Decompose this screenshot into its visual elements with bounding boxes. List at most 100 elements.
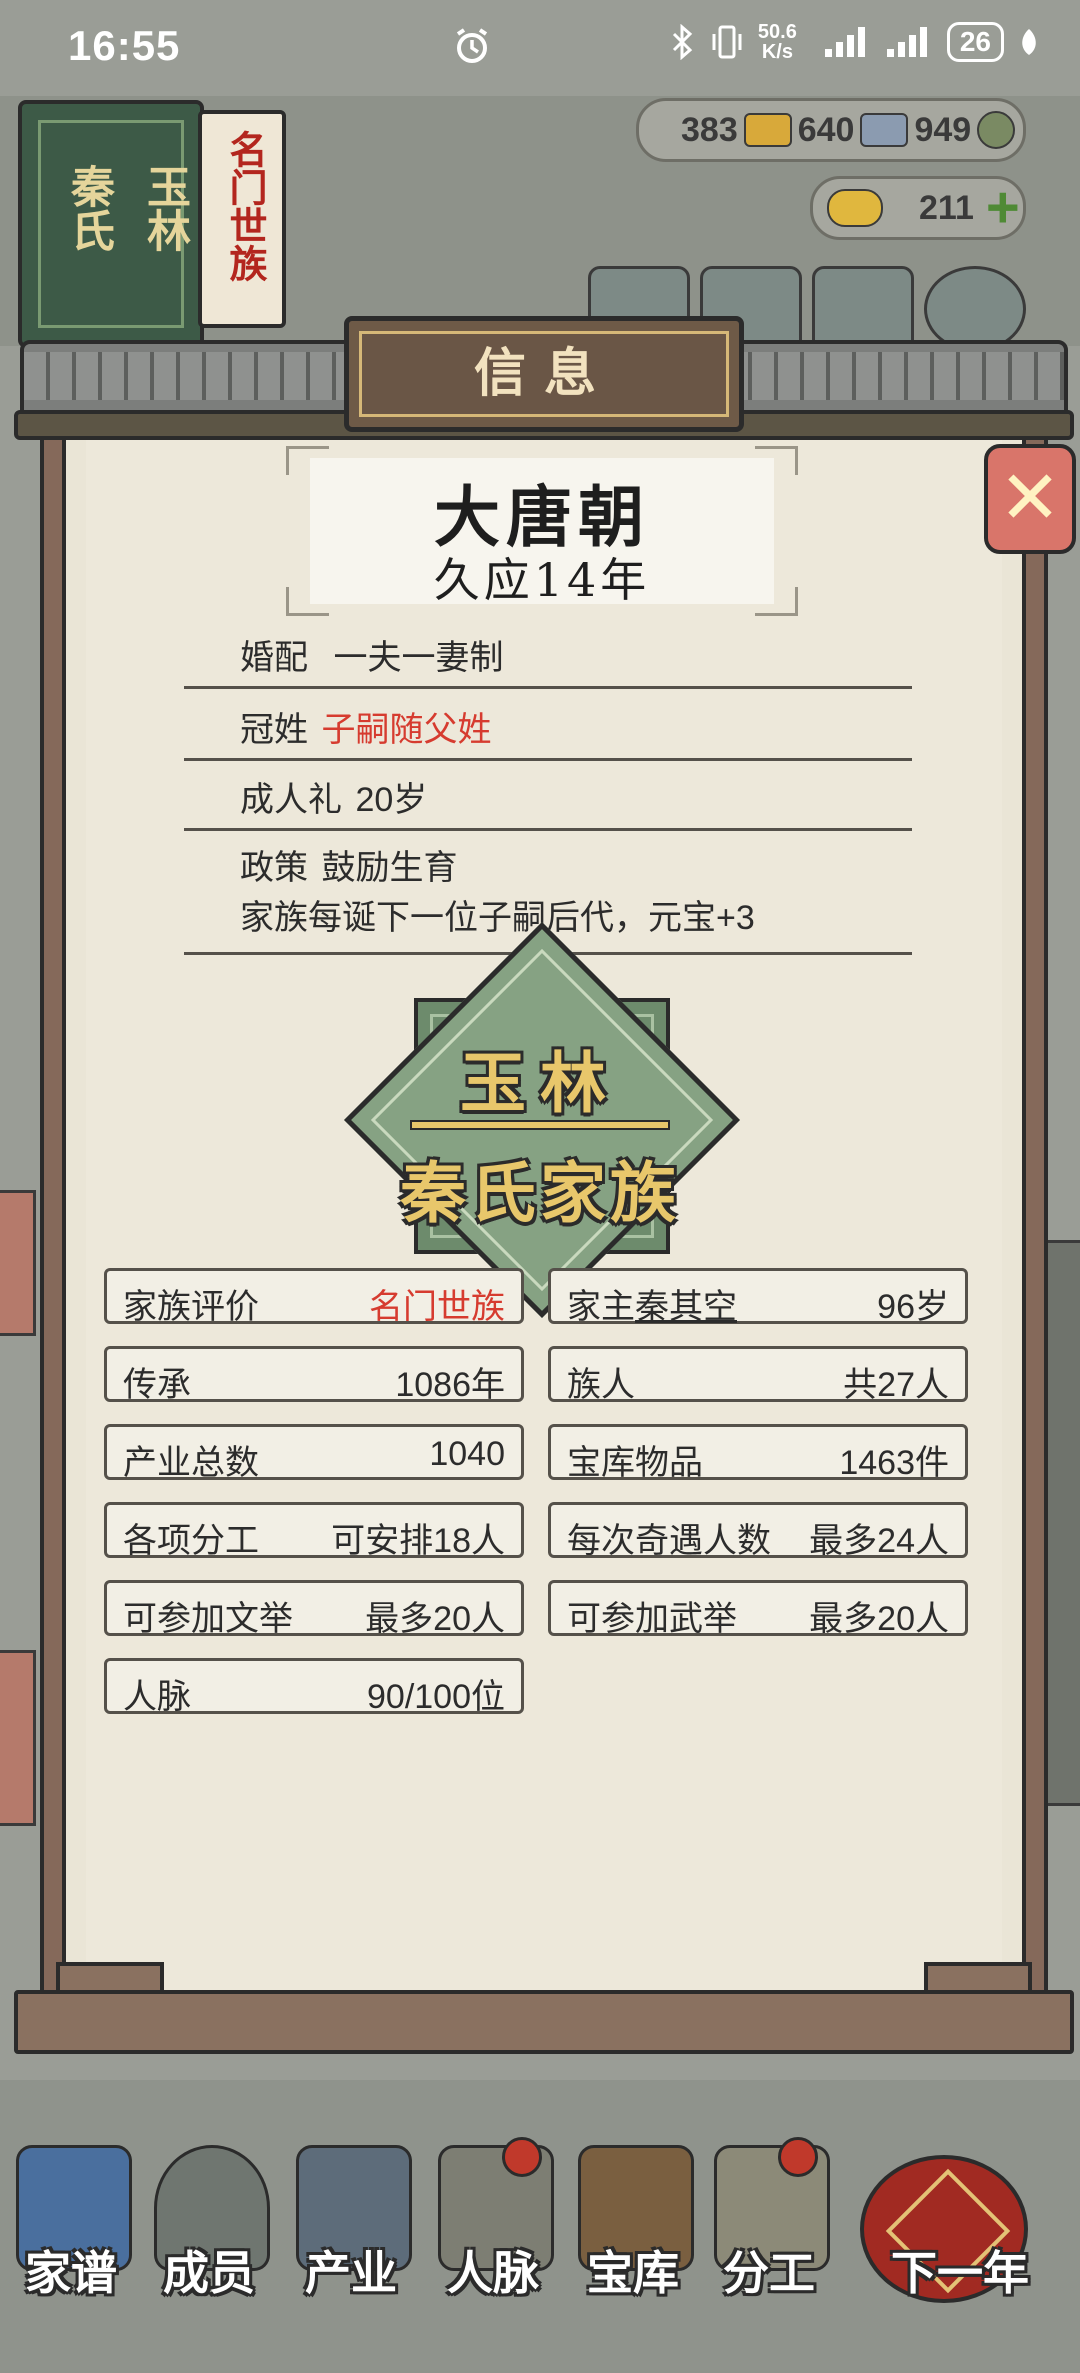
network-speed-value: 50.6: [757, 21, 797, 43]
nav-treasury-label: 宝库: [587, 2246, 679, 2300]
stat-value: 名门世族: [369, 1288, 505, 1326]
stat-value: 1463件: [839, 1444, 949, 1482]
close-icon: ✕: [998, 456, 1061, 539]
info-row-marriage: 婚配 一夫一妻制: [184, 618, 912, 689]
era-card: 大唐朝 久应14年: [286, 446, 798, 616]
bluetooth-icon: [672, 24, 693, 60]
assignment-alert-icon: [778, 2137, 818, 2177]
nav-industry[interactable]: 产业: [286, 2125, 416, 2325]
ingot-count: 211: [919, 188, 974, 227]
add-ingot-icon[interactable]: +: [986, 179, 1020, 237]
nav-members-label: 成员: [163, 2246, 255, 2300]
signal-icon-1: [824, 27, 865, 57]
gold-bar-count: 640: [797, 110, 855, 149]
stat-label: 家族评价: [123, 1288, 259, 1326]
stat-family-head[interactable]: 家主秦其空 96岁: [548, 1268, 968, 1326]
surname-label: 冠姓: [240, 711, 308, 749]
nav-next-year-label: 下一年: [891, 2246, 1029, 2300]
iron-count: 949: [914, 110, 972, 149]
network-speed-unit: K/s: [761, 41, 793, 63]
policy-value: 鼓励生育: [321, 849, 458, 887]
status-time: 16:55: [68, 22, 181, 69]
family-rank-tag: 名门世族: [198, 110, 286, 328]
emblem-divider: [410, 1120, 670, 1130]
nav-assignment[interactable]: 分工: [704, 2125, 834, 2325]
nav-connections-label: 人脉: [447, 2246, 539, 2300]
battery-level: 26: [946, 22, 1004, 62]
stat-connections: 人脉 90/100位: [104, 1658, 524, 1716]
emblem-family: 秦氏家族: [400, 1154, 680, 1232]
era-year: 久应14年: [433, 553, 651, 607]
stat-label: 每次奇遇人数: [567, 1522, 771, 1560]
connections-alert-icon: [502, 2137, 542, 2177]
panel-title: 信息: [473, 343, 614, 404]
leaf-icon: [1022, 29, 1036, 55]
stat-label: 族人: [567, 1366, 635, 1404]
alarm-icon: [456, 28, 488, 63]
left-side-tab-2[interactable]: [0, 1650, 36, 1826]
bottom-navigation: 家谱 成员 产业 人脉 宝库 分工 下一年: [0, 2125, 1080, 2325]
resource-bar: 383 640 949: [636, 98, 1026, 162]
stat-label: 传承: [123, 1366, 191, 1404]
stat-label: 可参加文举: [123, 1600, 293, 1638]
stat-heritage: 传承 1086年: [104, 1346, 524, 1404]
stat-value: 1040: [429, 1435, 505, 1473]
signal-icon-2: [886, 27, 927, 57]
stat-value: 可安排18人: [331, 1522, 505, 1560]
info-row-coming-of-age: 成人礼 20岁: [184, 760, 912, 831]
family-book-title-2: 秦氏: [63, 164, 114, 252]
close-button[interactable]: ✕: [984, 444, 1076, 554]
ingot-icon: [827, 189, 883, 227]
stat-value: 最多20人: [809, 1600, 949, 1638]
stat-value: 最多20人: [365, 1600, 505, 1638]
coin-icon: [977, 111, 1016, 149]
emblem-place: 玉林: [460, 1044, 620, 1122]
network-speed: 50.6 K/s: [758, 22, 797, 62]
nav-genealogy-label: 家谱: [25, 2246, 117, 2300]
family-book-title-1: 玉林: [139, 164, 190, 252]
stat-value: 1086年: [395, 1366, 505, 1404]
stat-value: 90/100位: [367, 1678, 505, 1716]
stat-value: 共27人: [843, 1366, 949, 1404]
info-row-surname: 冠姓 子嗣随父姓: [184, 690, 912, 761]
ingot-bar: 211 +: [810, 176, 1026, 240]
stat-value: 96岁: [877, 1288, 949, 1326]
marriage-label: 婚配: [240, 639, 308, 677]
stat-label: 人脉: [123, 1678, 191, 1716]
coming-of-age-label: 成人礼: [240, 781, 342, 819]
nav-assignment-label: 分工: [723, 2246, 815, 2300]
family-book[interactable]: 玉林 秦氏: [18, 100, 204, 348]
vibrate-icon: [712, 25, 742, 59]
stat-encounter-count: 每次奇遇人数 最多24人: [548, 1502, 968, 1560]
nav-genealogy[interactable]: 家谱: [6, 2125, 136, 2325]
stat-treasury-items: 宝库物品 1463件: [548, 1424, 968, 1482]
status-bar: 16:55 50.6 K/s 26: [0, 0, 1080, 96]
policy-label: 政策: [240, 849, 308, 887]
stat-military-exam: 可参加武举 最多20人: [548, 1580, 968, 1638]
nav-industry-label: 产业: [305, 2246, 397, 2300]
stat-label: 产业总数: [123, 1444, 259, 1482]
silver-count: 383: [681, 110, 738, 149]
stat-family-rating: 家族评价 名门世族: [104, 1268, 524, 1326]
nav-treasury[interactable]: 宝库: [568, 2125, 698, 2325]
panel-base: [14, 1990, 1074, 2054]
nav-members[interactable]: 成员: [144, 2125, 274, 2325]
gold-bar-icon: [743, 113, 792, 147]
nav-next-year[interactable]: 下一年: [860, 2125, 1060, 2325]
family-rank-tag-text: 名门世族: [223, 130, 268, 282]
stat-civil-exam: 可参加文举 最多20人: [104, 1580, 524, 1638]
surname-value: 子嗣随父姓: [321, 711, 492, 749]
policy-detail: 家族每诞下一位子嗣后代，元宝+3: [240, 899, 755, 937]
stat-label: 宝库物品: [567, 1444, 703, 1482]
nav-connections[interactable]: 人脉: [428, 2125, 558, 2325]
iron-icon: [860, 113, 909, 147]
stat-clan-members: 族人 共27人: [548, 1346, 968, 1404]
stat-label: 可参加武举: [567, 1600, 737, 1638]
stat-assignments: 各项分工 可安排18人: [104, 1502, 524, 1560]
stat-value: 最多24人: [809, 1522, 949, 1560]
stat-label: 各项分工: [123, 1522, 259, 1560]
left-side-tab-1[interactable]: [0, 1190, 36, 1336]
stat-label: 家主: [567, 1288, 635, 1326]
marriage-value: 一夫一妻制: [333, 639, 504, 677]
family-head-name-link[interactable]: 秦其空: [635, 1288, 737, 1326]
